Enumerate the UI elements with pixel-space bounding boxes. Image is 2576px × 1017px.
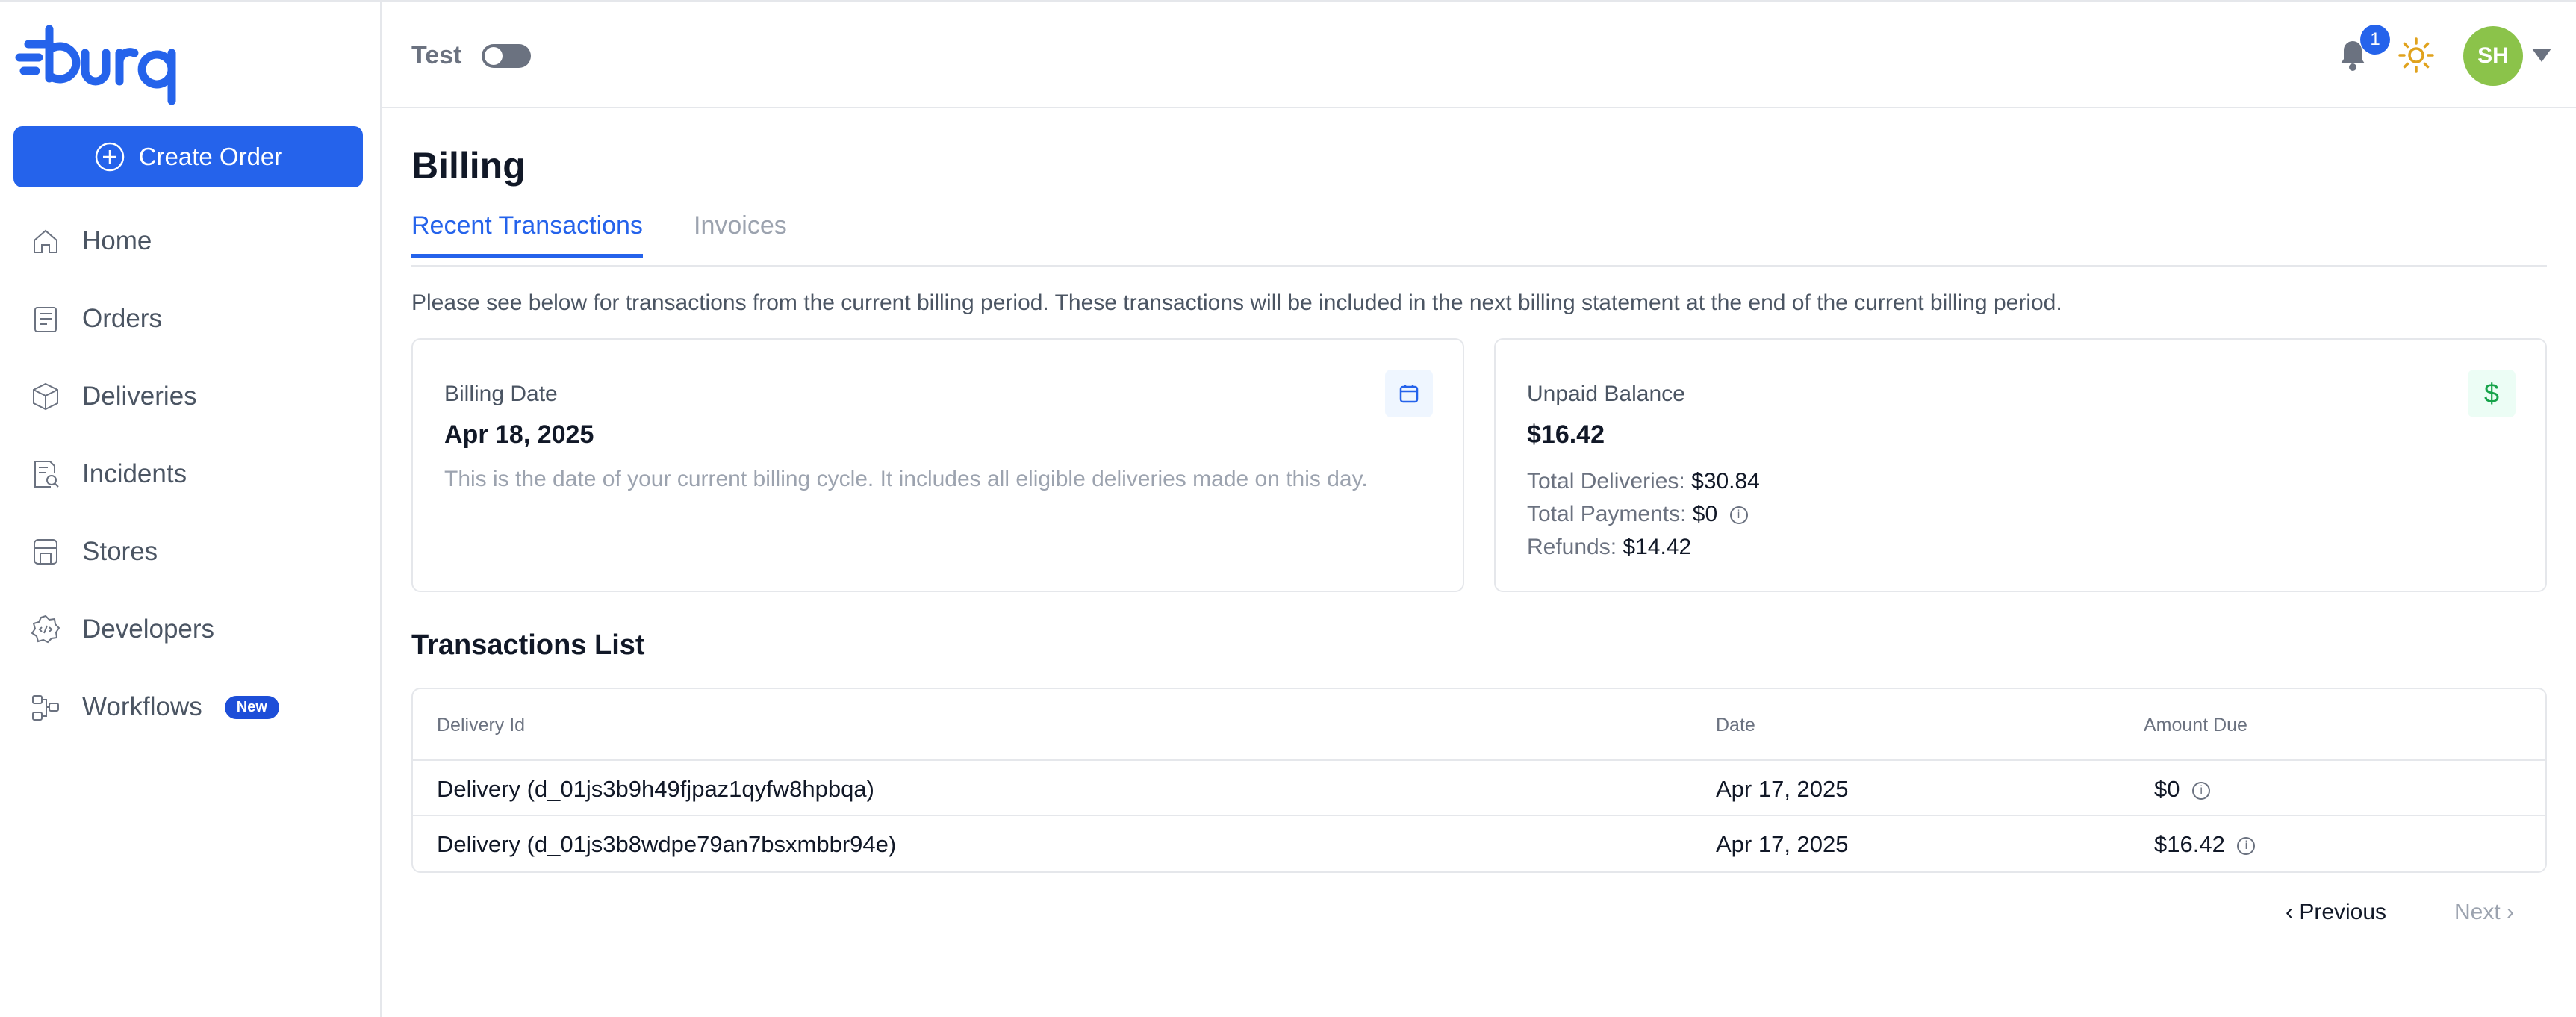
sidebar-item-label: Home (82, 226, 152, 255)
total-payments-value: $0 (1692, 502, 1718, 526)
create-order-button[interactable]: Create Order (13, 126, 363, 187)
box-icon (33, 382, 58, 411)
table-header: Delivery Id Date Amount Due (413, 689, 2545, 761)
total-deliveries-key: Total Deliveries: (1527, 469, 1685, 494)
sidebar-item-label: Incidents (82, 459, 187, 488)
balance-breakdown: Total Deliveries: $30.84 Total Payments:… (1527, 465, 1760, 564)
info-icon[interactable]: i (1729, 506, 1748, 525)
billing-date-value: Apr 18, 2025 (444, 420, 594, 449)
previous-page-button[interactable]: ‹ Previous (2286, 900, 2386, 925)
total-payments-key: Total Payments: (1527, 502, 1687, 526)
total-deliveries-line: Total Deliveries: $30.84 (1527, 465, 1760, 498)
billing-date-description: This is the date of your current billing… (444, 467, 1368, 491)
home-icon (34, 229, 57, 253)
sidebar-nav: Home Orders Deliveries Incidents Stores … (0, 202, 382, 746)
amount-value: $16.42 (2154, 831, 2225, 857)
workflow-icon (32, 695, 59, 721)
next-page-button[interactable]: Next › (2454, 900, 2514, 925)
billing-intro-text: Please see below for transactions from t… (411, 290, 2062, 315)
developer-icon (31, 615, 60, 644)
app-window: Create Order Home Orders Deliveries Inci… (0, 0, 2576, 1017)
delivery-id-cell: Delivery (d_01js3b8wdpe79an7bsxmbbr94e) (437, 831, 897, 857)
sidebar-item-label: Stores (82, 537, 158, 566)
column-header-delivery-id: Delivery Id (437, 715, 526, 735)
date-cell: Apr 17, 2025 (1716, 776, 1849, 802)
table-row[interactable]: Delivery (d_01js3b9h49fjpaz1qyfw8hpbqa) … (413, 761, 2545, 816)
unpaid-balance-label: Unpaid Balance (1527, 382, 1685, 406)
chevron-right-icon: › (2507, 900, 2515, 924)
info-icon[interactable]: i (2192, 781, 2211, 800)
sidebar-item-label: Developers (82, 615, 215, 644)
orders-icon (34, 307, 57, 332)
total-deliveries-value: $30.84 (1691, 469, 1760, 494)
refunds-value: $14.42 (1623, 535, 1692, 559)
billing-date-label: Billing Date (444, 382, 558, 406)
burq-logo[interactable] (13, 23, 185, 105)
billing-date-card: Billing Date Apr 18, 2025 This is the da… (411, 338, 1464, 592)
tab-recent-transactions[interactable]: Recent Transactions (411, 211, 643, 258)
chevron-left-icon: ‹ (2286, 900, 2300, 924)
transactions-table: Delivery Id Date Amount Due Delivery (d_… (411, 688, 2547, 873)
test-mode-toggle[interactable] (482, 44, 531, 68)
sidebar-item-workflows[interactable]: Workflows New (0, 668, 382, 746)
sidebar-item-deliveries[interactable]: Deliveries (0, 358, 382, 435)
sidebar-item-orders[interactable]: Orders (0, 280, 382, 358)
sidebar-item-label: Workflows (82, 692, 202, 721)
top-bar: Test 1 SH (382, 2, 2576, 108)
tab-invoices[interactable]: Invoices (694, 211, 787, 254)
sidebar-item-label: Deliveries (82, 382, 197, 411)
plus-circle-icon (95, 142, 124, 172)
sidebar-item-incidents[interactable]: Incidents (0, 435, 382, 513)
chevron-down-icon[interactable] (2532, 49, 2551, 62)
delivery-id-cell: Delivery (d_01js3b9h49fjpaz1qyfw8hpbqa) (437, 776, 874, 802)
total-payments-line: Total Payments: $0 i (1527, 498, 1760, 531)
sidebar-item-home[interactable]: Home (0, 202, 382, 280)
incident-search-icon (34, 461, 59, 488)
column-header-date: Date (1716, 715, 1755, 735)
amount-value: $0 (2154, 776, 2180, 802)
create-order-label: Create Order (138, 143, 283, 170)
dollar-icon: $ (2468, 370, 2516, 417)
test-mode-label: Test (411, 41, 462, 69)
user-avatar[interactable]: SH (2463, 26, 2523, 86)
new-badge: New (224, 695, 279, 719)
column-header-amount-due: Amount Due (2144, 715, 2247, 735)
refunds-line: Refunds: $14.42 (1527, 531, 1760, 564)
date-cell: Apr 17, 2025 (1716, 831, 1849, 857)
notification-count-badge: 1 (2360, 25, 2390, 55)
unpaid-balance-value: $16.42 (1527, 420, 1605, 449)
next-label: Next (2454, 900, 2501, 924)
sidebar-item-stores[interactable]: Stores (0, 513, 382, 591)
sidebar-item-label: Orders (82, 304, 162, 333)
store-icon (34, 539, 57, 565)
info-icon[interactable]: i (2237, 836, 2256, 855)
sidebar: Create Order Home Orders Deliveries Inci… (0, 2, 382, 1017)
previous-label: Previous (2299, 900, 2387, 924)
sun-icon[interactable] (2398, 37, 2435, 74)
sidebar-item-developers[interactable]: Developers (0, 591, 382, 668)
amount-cell: $16.42 i (2154, 831, 2256, 858)
transactions-list-title: Transactions List (411, 629, 645, 661)
table-row[interactable]: Delivery (d_01js3b8wdpe79an7bsxmbbr94e) … (413, 816, 2545, 871)
amount-cell: $0 i (2154, 776, 2211, 803)
page-title: Billing (411, 145, 526, 187)
calendar-icon (1385, 370, 1433, 417)
billing-tabs: Recent Transactions Invoices (411, 211, 2547, 267)
refunds-key: Refunds: (1527, 535, 1617, 559)
unpaid-balance-card: Unpaid Balance $16.42 $ Total Deliveries… (1494, 338, 2547, 592)
